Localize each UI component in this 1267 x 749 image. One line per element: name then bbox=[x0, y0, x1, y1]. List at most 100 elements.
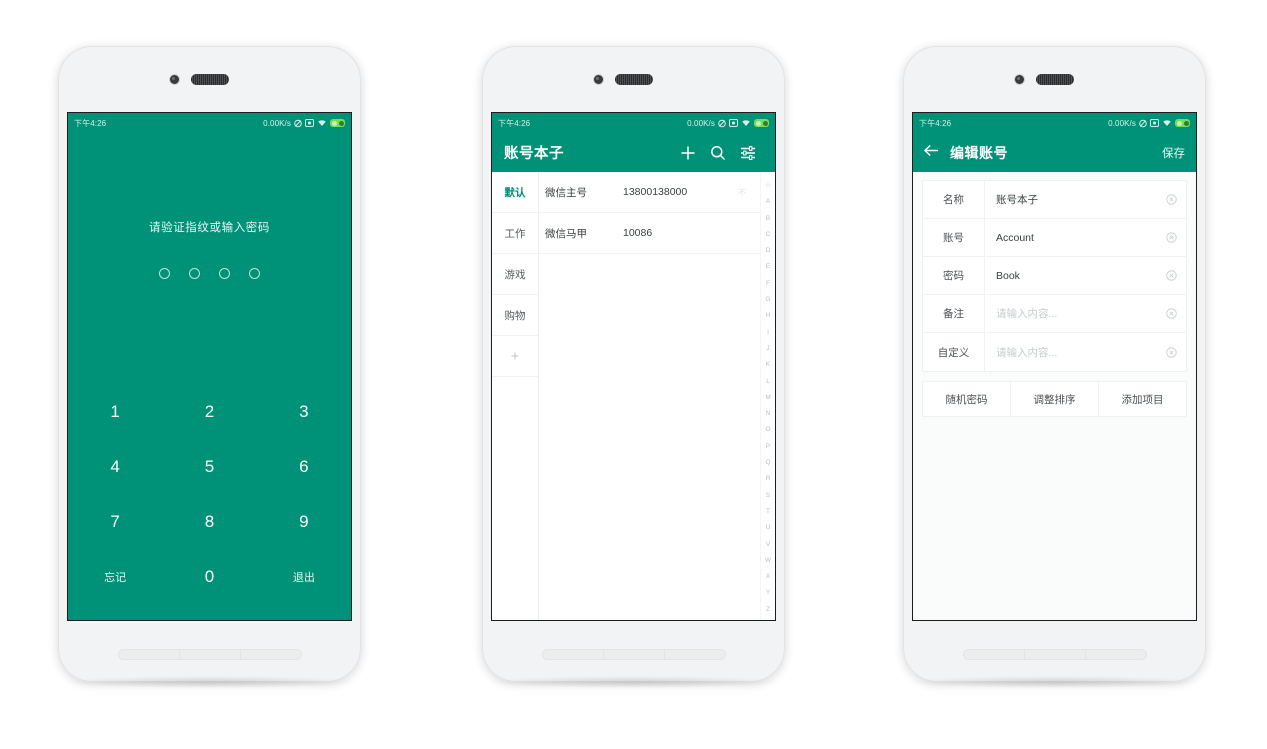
clear-icon[interactable] bbox=[1156, 270, 1186, 281]
pin-dot bbox=[249, 268, 260, 279]
keypad-key-0[interactable]: 0 bbox=[162, 549, 256, 604]
list-item[interactable]: 微信马甲 10086 bbox=[539, 213, 760, 254]
field-label: 名称 bbox=[923, 181, 985, 218]
sidebar-item-work[interactable]: 工作 bbox=[492, 213, 538, 254]
add-item-button[interactable]: 添加项目 bbox=[1099, 382, 1186, 416]
nav-bar[interactable] bbox=[541, 649, 726, 660]
battery-icon bbox=[1175, 119, 1190, 127]
alphabet-index[interactable]: ☆ A B C D E F G H I J K L M N O P Q R S … bbox=[760, 172, 775, 620]
alpha-index-letter[interactable]: M bbox=[765, 390, 770, 406]
alpha-index-letter[interactable]: F bbox=[766, 276, 770, 292]
save-button[interactable]: 保存 bbox=[1162, 145, 1185, 161]
alpha-index-letter[interactable]: G bbox=[766, 292, 771, 308]
keypad-key-8[interactable]: 8 bbox=[162, 494, 256, 549]
phone-top-bezel bbox=[58, 46, 361, 112]
keypad-forgot-button[interactable]: 忘记 bbox=[68, 549, 162, 604]
alpha-index-letter[interactable]: L bbox=[766, 374, 770, 390]
keypad-key-4[interactable]: 4 bbox=[68, 439, 162, 494]
keypad-key-1[interactable]: 1 bbox=[68, 384, 162, 439]
earpiece-speaker bbox=[1035, 74, 1074, 85]
front-camera-icon bbox=[169, 75, 179, 84]
phone-bottom-bezel bbox=[58, 622, 361, 682]
alpha-index-letter[interactable]: ☆ bbox=[765, 178, 771, 194]
alpha-index-letter[interactable]: V bbox=[766, 537, 770, 553]
nav-bar[interactable] bbox=[962, 649, 1147, 660]
sidebar-item-default[interactable]: 默认 bbox=[492, 172, 538, 213]
alpha-index-letter[interactable]: I bbox=[767, 325, 769, 341]
pin-dot bbox=[219, 268, 230, 279]
alpha-index-letter[interactable]: J bbox=[766, 341, 769, 357]
alpha-index-letter[interactable]: A bbox=[766, 194, 770, 210]
alpha-index-letter[interactable]: B bbox=[766, 211, 770, 227]
alpha-index-letter[interactable]: H bbox=[766, 308, 771, 324]
nav-home-button[interactable] bbox=[604, 650, 665, 659]
alpha-index-letter[interactable]: C bbox=[766, 227, 771, 243]
account-field[interactable]: Account bbox=[985, 232, 1156, 244]
page-title: 编辑账号 bbox=[950, 144, 1008, 161]
keypad-key-7[interactable]: 7 bbox=[68, 494, 162, 549]
item-name: 微信主号 bbox=[545, 186, 587, 199]
alpha-index-letter[interactable]: O bbox=[766, 422, 771, 438]
pin-indicator bbox=[68, 268, 351, 279]
clear-icon[interactable] bbox=[1156, 308, 1186, 319]
keypad-exit-button[interactable]: 退出 bbox=[257, 549, 351, 604]
phone-bottom-bezel bbox=[903, 622, 1206, 682]
filter-icon[interactable] bbox=[733, 145, 763, 160]
nav-back-button[interactable] bbox=[119, 650, 180, 659]
page-title: 账号本子 bbox=[504, 146, 564, 162]
nav-recents-button[interactable] bbox=[665, 650, 725, 659]
alpha-index-letter[interactable]: Y bbox=[766, 585, 770, 601]
sidebar-item-shopping[interactable]: 购物 bbox=[492, 295, 538, 336]
alpha-index-letter[interactable]: W bbox=[765, 553, 771, 569]
add-category-button[interactable]: + bbox=[492, 336, 538, 377]
random-password-button[interactable]: 随机密码 bbox=[923, 382, 1011, 416]
name-field[interactable]: 账号本子 bbox=[985, 192, 1156, 207]
phone-device-edit-account: 下午4:26 0.00K/s 编辑账号 保存 名称 账号本子 账号 Accoun… bbox=[903, 46, 1206, 688]
keypad-key-3[interactable]: 3 bbox=[257, 384, 351, 439]
remark-field[interactable]: 请输入内容... bbox=[985, 306, 1156, 321]
alpha-index-letter[interactable]: S bbox=[766, 488, 770, 504]
alpha-index-letter[interactable]: T bbox=[766, 504, 770, 520]
alpha-index-letter[interactable]: R bbox=[766, 471, 771, 487]
keypad-key-5[interactable]: 5 bbox=[162, 439, 256, 494]
alpha-index-letter[interactable]: P bbox=[766, 439, 770, 455]
list-item[interactable]: 微信主号 13800138000 不 bbox=[539, 172, 760, 213]
clear-icon[interactable] bbox=[1156, 232, 1186, 243]
status-bar: 下午4:26 0.00K/s bbox=[68, 113, 351, 133]
adjust-order-button[interactable]: 调整排序 bbox=[1011, 382, 1099, 416]
nav-recents-button[interactable] bbox=[241, 650, 301, 659]
clear-icon[interactable] bbox=[1156, 194, 1186, 205]
field-label: 备注 bbox=[923, 295, 985, 332]
vibrate-icon bbox=[1139, 119, 1147, 128]
add-icon[interactable] bbox=[673, 145, 703, 161]
alpha-index-letter[interactable]: # bbox=[766, 618, 770, 620]
nav-back-button[interactable] bbox=[543, 650, 604, 659]
nav-home-button[interactable] bbox=[180, 650, 241, 659]
keypad-key-2[interactable]: 2 bbox=[162, 384, 256, 439]
custom-field[interactable]: 请输入内容... bbox=[985, 345, 1156, 360]
alpha-index-letter[interactable]: X bbox=[766, 569, 770, 585]
alpha-index-letter[interactable]: N bbox=[766, 406, 771, 422]
alpha-index-letter[interactable]: U bbox=[766, 520, 771, 536]
back-arrow-icon[interactable] bbox=[923, 144, 939, 162]
edit-form: 名称 账号本子 账号 Account 密码 Book 备注 请输入内容... 自… bbox=[913, 172, 1196, 620]
alpha-index-letter[interactable]: Z bbox=[766, 602, 770, 618]
keypad-key-9[interactable]: 9 bbox=[257, 494, 351, 549]
nav-recents-button[interactable] bbox=[1086, 650, 1146, 659]
category-sidebar: 默认 工作 游戏 购物 + bbox=[492, 172, 539, 620]
sidebar-item-games[interactable]: 游戏 bbox=[492, 254, 538, 295]
password-field[interactable]: Book bbox=[985, 270, 1156, 282]
form-row-password: 密码 Book bbox=[923, 257, 1186, 295]
front-camera-icon bbox=[1014, 75, 1024, 84]
alpha-index-letter[interactable]: E bbox=[766, 259, 770, 275]
alpha-index-letter[interactable]: D bbox=[766, 243, 771, 259]
nav-back-button[interactable] bbox=[964, 650, 1025, 659]
keypad-key-6[interactable]: 6 bbox=[257, 439, 351, 494]
alpha-index-letter[interactable]: Q bbox=[766, 455, 771, 471]
nav-bar[interactable] bbox=[117, 649, 302, 660]
alpha-index-letter[interactable]: K bbox=[766, 357, 770, 373]
nav-home-button[interactable] bbox=[1025, 650, 1086, 659]
clear-icon[interactable] bbox=[1156, 346, 1186, 358]
search-icon[interactable] bbox=[703, 145, 733, 161]
pin-dot bbox=[159, 268, 170, 279]
